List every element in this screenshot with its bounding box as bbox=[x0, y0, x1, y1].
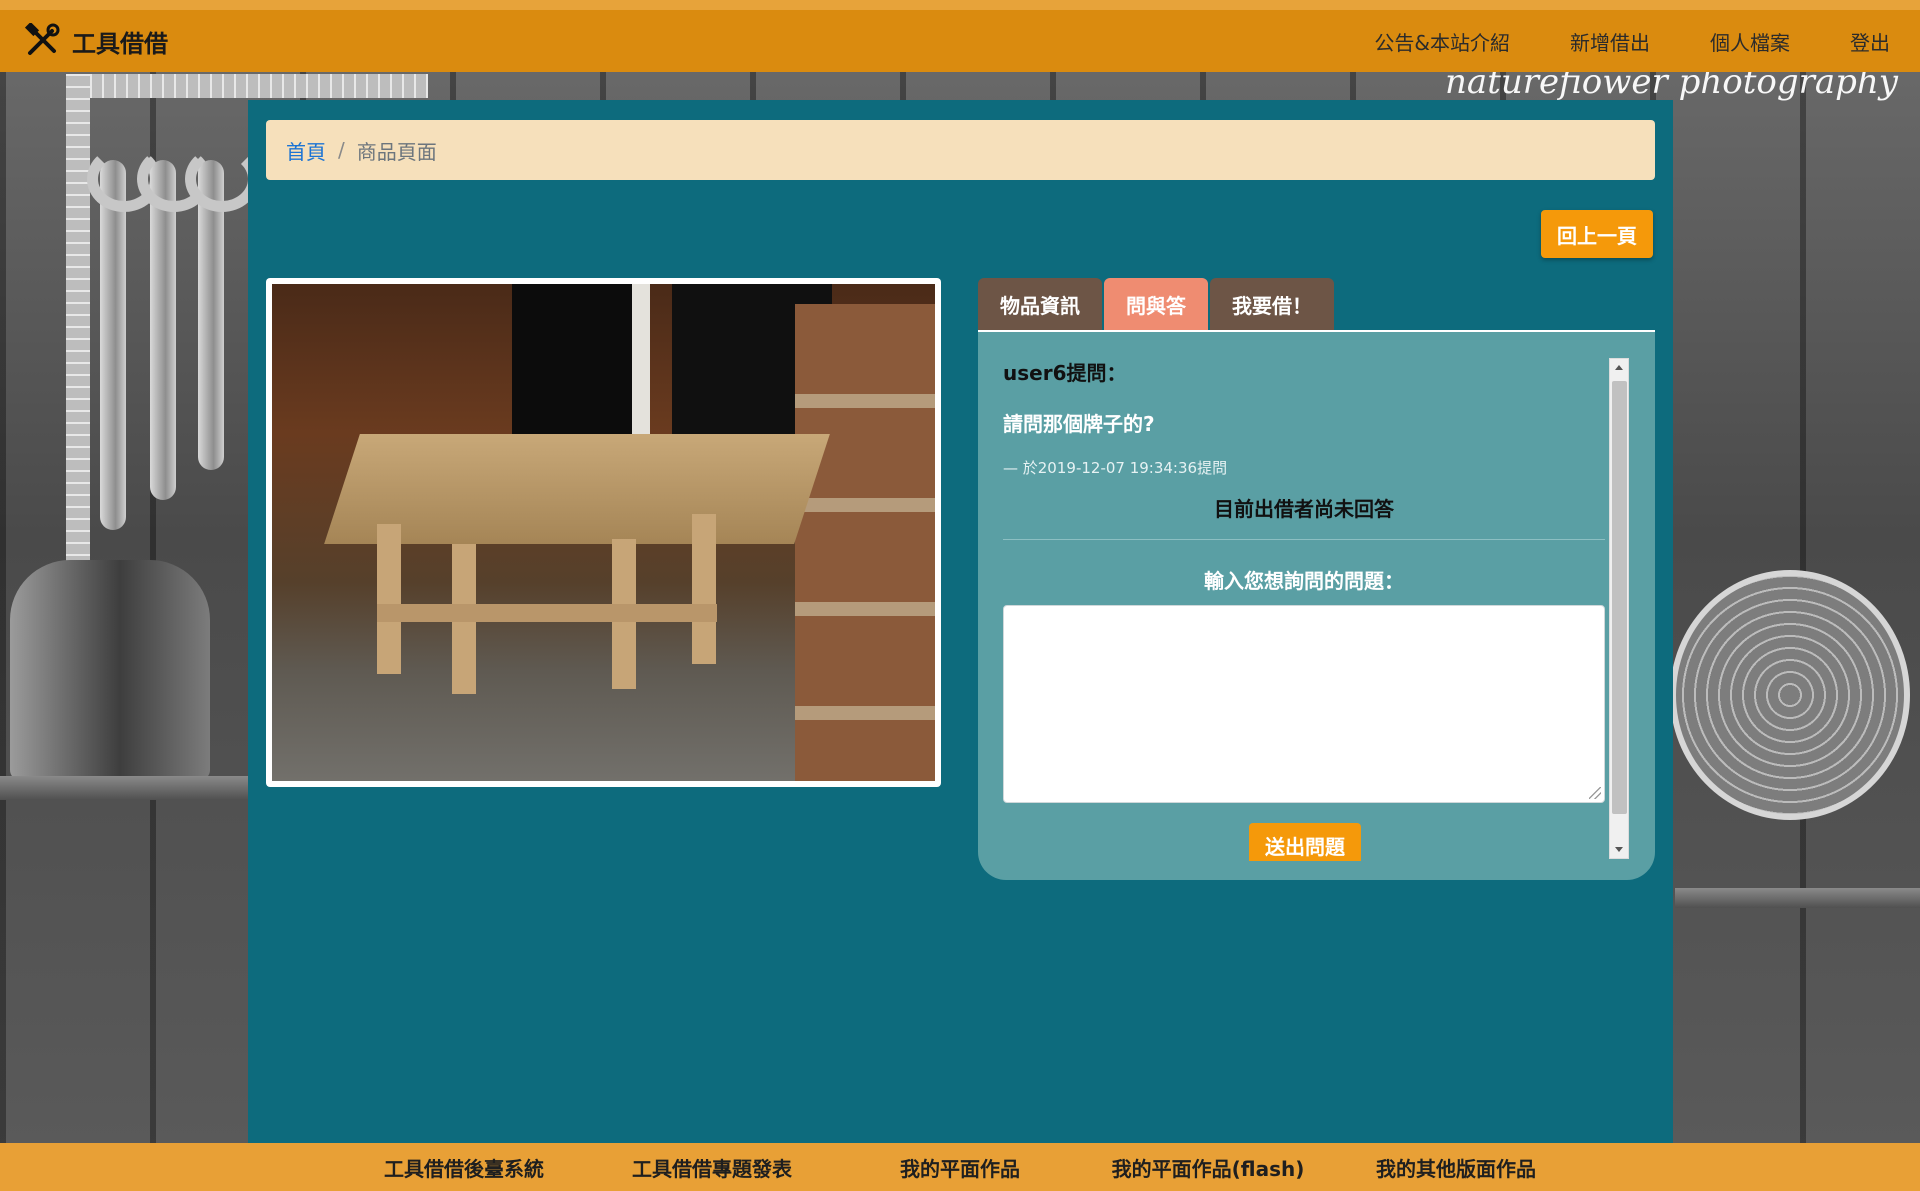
back-button[interactable]: 回上一頁 bbox=[1541, 210, 1653, 258]
scroll-down-icon[interactable] bbox=[1615, 847, 1623, 852]
qa-scroll-area[interactable]: user6提問： 請問那個牌子的? — 於2019-12-07 19:34:36… bbox=[1003, 357, 1629, 861]
wrench-graphic bbox=[87, 146, 161, 530]
breadcrumb-separator: / bbox=[338, 138, 345, 162]
answer-status: 目前出借者尚未回答 bbox=[1214, 497, 1394, 521]
divider bbox=[1003, 539, 1605, 540]
footer-link-project[interactable]: 工具借借專題發表 bbox=[588, 1153, 836, 1182]
product-image[interactable] bbox=[272, 284, 935, 781]
question-asker: user6提問： bbox=[1003, 361, 1127, 385]
tools-icon bbox=[24, 23, 60, 55]
top-navbar: 工具借借 公告&本站介紹 新增借出 個人檔案 登出 bbox=[0, 0, 1920, 72]
nav-item-profile[interactable]: 個人檔案 bbox=[1710, 27, 1790, 56]
product-image-frame bbox=[266, 278, 941, 787]
tab-qa[interactable]: 問與答 bbox=[1104, 278, 1208, 330]
footer-link-admin[interactable]: 工具借借後臺系統 bbox=[340, 1153, 588, 1182]
scroll-up-icon[interactable] bbox=[1615, 365, 1623, 370]
nav-menu: 公告&本站介紹 新增借出 個人檔案 登出 bbox=[1314, 27, 1890, 56]
nav-item-logout[interactable]: 登出 bbox=[1850, 27, 1890, 56]
shelf-graphic bbox=[1675, 888, 1920, 908]
scrollbar-thumb[interactable] bbox=[1612, 381, 1627, 814]
tab-borrow[interactable]: 我要借！ bbox=[1210, 278, 1334, 330]
product-tabs: 物品資訊 問與答 我要借！ bbox=[978, 278, 1336, 330]
brand-name: 工具借借 bbox=[72, 29, 168, 58]
breadcrumb: 首頁 / 商品頁面 bbox=[266, 120, 1655, 180]
footer-link-graphic-works[interactable]: 我的平面作品 bbox=[836, 1153, 1084, 1182]
ruler-graphic bbox=[66, 74, 428, 98]
fan-graphic bbox=[1670, 570, 1910, 820]
submit-question-button[interactable]: 送出問題 bbox=[1249, 823, 1361, 861]
breadcrumb-current: 商品頁面 bbox=[356, 139, 437, 164]
wrench-graphic bbox=[185, 146, 259, 470]
textarea-resize-handle[interactable] bbox=[1589, 787, 1601, 799]
shelf-graphic bbox=[0, 776, 250, 800]
question-input[interactable] bbox=[1003, 605, 1605, 803]
footer-link-flash-works[interactable]: 我的平面作品(flash) bbox=[1084, 1153, 1332, 1182]
brand[interactable]: 工具借借 bbox=[24, 23, 168, 59]
wrench-graphic bbox=[137, 146, 211, 500]
footer-link-other-works[interactable]: 我的其他版面作品 bbox=[1332, 1153, 1580, 1182]
nav-item-new-lending[interactable]: 新增借出 bbox=[1570, 27, 1650, 56]
oil-can-graphic bbox=[10, 560, 210, 780]
main-panel: 首頁 / 商品頁面 回上一頁 物品資訊 問與答 我要借！ user6提問： 請問… bbox=[248, 100, 1673, 1144]
ask-question-label: 輸入您想詢問的問題： bbox=[1204, 569, 1404, 593]
nav-item-announcements[interactable]: 公告&本站介紹 bbox=[1374, 27, 1510, 56]
breadcrumb-home-link[interactable]: 首頁 bbox=[286, 136, 326, 165]
qa-scrollbar[interactable] bbox=[1609, 358, 1629, 859]
footer-bar: 工具借借後臺系統 工具借借專題發表 我的平面作品 我的平面作品(flash) 我… bbox=[0, 1143, 1920, 1191]
question-text: 請問那個牌子的? bbox=[1003, 412, 1155, 436]
tab-item-info[interactable]: 物品資訊 bbox=[978, 278, 1102, 330]
question-timestamp: — 於2019-12-07 19:34:36提問 bbox=[1003, 459, 1228, 477]
qa-panel: user6提問： 請問那個牌子的? — 於2019-12-07 19:34:36… bbox=[978, 330, 1655, 880]
